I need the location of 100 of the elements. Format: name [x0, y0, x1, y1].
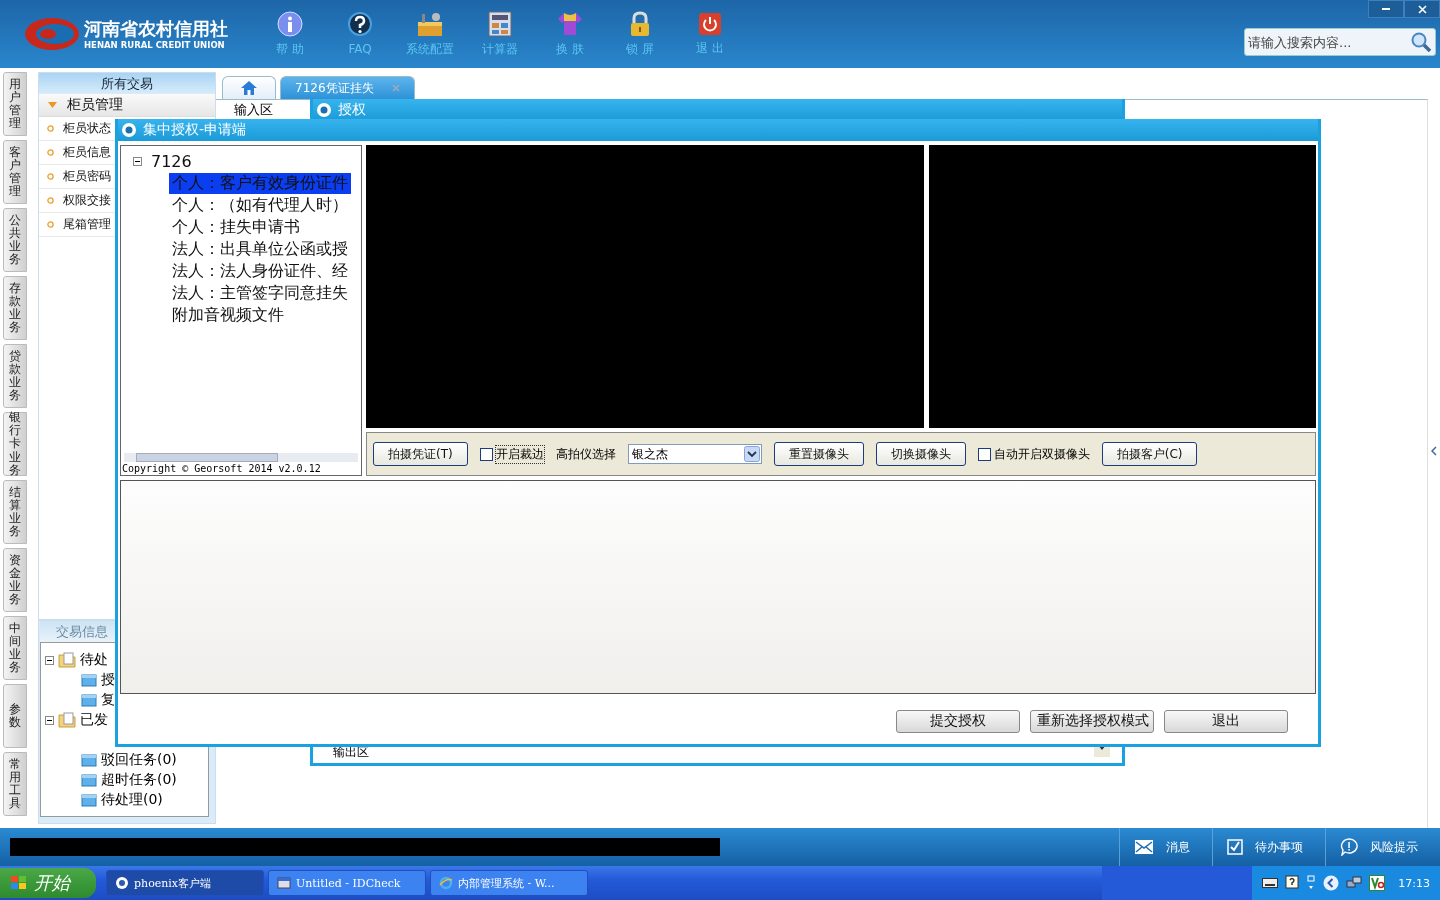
tree-item[interactable]: 法人：法人身份证件、经: [169, 260, 351, 282]
folder-icon: [58, 652, 76, 668]
side-tab[interactable]: 中间业务: [3, 616, 27, 680]
side-tab[interactable]: 资金业务: [3, 548, 27, 612]
dropdown-icon[interactable]: [743, 446, 760, 462]
camera-select[interactable]: 银之杰: [627, 444, 762, 464]
collapse-icon[interactable]: [45, 715, 54, 725]
menu-item[interactable]: 柜员信息: [63, 144, 111, 161]
checkbox-box[interactable]: [977, 447, 991, 461]
toolbar-button[interactable]: 拍摄凭证(T): [373, 442, 468, 466]
clock: 17:13: [1398, 876, 1430, 890]
logo-subtitle: HENAN RURAL CREDIT UNION: [84, 39, 226, 51]
side-tab[interactable]: 存款业务: [3, 276, 27, 340]
panel-title: 交易信息: [56, 622, 108, 641]
app-icon: [121, 122, 137, 138]
folder-icon: [81, 773, 97, 787]
keyboard-icon[interactable]: [1262, 878, 1279, 888]
close-button[interactable]: [1404, 0, 1440, 18]
vnc-icon[interactable]: [1369, 875, 1386, 891]
bullet-icon: [47, 173, 54, 180]
tree-item[interactable]: 待处理(0): [101, 791, 163, 809]
taskbar-button[interactable]: 内部管理系统 - W...: [430, 870, 588, 896]
restore-icon[interactable]: [1306, 875, 1317, 891]
lock-icon: [629, 10, 651, 37]
folder-icon: [81, 693, 97, 707]
dialog-button[interactable]: 提交授权: [896, 709, 1020, 733]
side-tab[interactable]: 用户管理: [3, 72, 27, 136]
group-label: 输出区: [333, 744, 369, 761]
taskbar-button[interactable]: Untitled - IDCheck: [268, 870, 426, 896]
taskbar-button[interactable]: phoenix客户端: [106, 870, 264, 896]
tree-item[interactable]: 个人：挂失申请书: [169, 216, 303, 238]
folder-icon: [81, 793, 97, 807]
envelope-icon: [1134, 839, 1154, 855]
group-label: 输入区: [234, 102, 273, 117]
tree-item[interactable]: 7126: [151, 151, 192, 171]
search-field[interactable]: 请输入搜索内容...: [1244, 28, 1436, 56]
home-icon: [240, 80, 258, 96]
side-tab[interactable]: 银行卡业务: [3, 412, 27, 476]
collapse-icon[interactable]: [133, 156, 142, 166]
side-tab[interactable]: 常用工具: [3, 752, 27, 816]
folder-icon: [81, 673, 97, 687]
bullet-icon: [47, 149, 54, 156]
menu-item[interactable]: 柜员状态: [63, 120, 111, 137]
side-tab[interactable]: 客户管理: [3, 140, 27, 204]
menu-item[interactable]: 柜员密码: [63, 168, 111, 185]
browser-icon: [439, 876, 453, 890]
side-tab[interactable]: 贷款业务: [3, 344, 27, 408]
start-button[interactable]: 开始: [0, 868, 96, 898]
checkbox-box[interactable]: [479, 447, 493, 461]
side-tab[interactable]: 结算业务: [3, 480, 27, 544]
speech-bubble-icon: [1340, 838, 1358, 856]
dialog-title: 集中授权-申请端: [143, 121, 247, 139]
checkbox[interactable]: 开启裁边: [479, 445, 544, 463]
chevron-icon[interactable]: [1323, 875, 1340, 891]
folder-icon: [58, 712, 76, 728]
info-icon: [277, 10, 303, 37]
tree-item[interactable]: 已发: [80, 711, 108, 729]
logo-icon: [24, 17, 80, 51]
toolbar-button[interactable]: 拍摄客户(C): [1101, 442, 1198, 466]
checkbox[interactable]: 自动开启双摄像头: [977, 445, 1090, 463]
bullet-icon: [47, 125, 54, 132]
app-icon: [115, 876, 129, 890]
menu-item[interactable]: 尾箱管理: [63, 216, 111, 233]
bullet-icon: [47, 197, 54, 204]
scrollbar[interactable]: [124, 453, 358, 462]
checkbox-icon: [1227, 839, 1243, 855]
power-icon: [698, 11, 722, 36]
collapse-icon[interactable]: [45, 655, 54, 665]
help-icon[interactable]: [1285, 875, 1300, 891]
panel-title: 所有交易: [101, 74, 153, 93]
minimize-icon: [1382, 8, 1390, 10]
side-tab[interactable]: 参数: [3, 684, 27, 748]
dialog-button[interactable]: 退出: [1164, 709, 1288, 733]
network-icon[interactable]: [1346, 875, 1363, 891]
tree-item[interactable]: 附加音视频文件: [169, 304, 287, 326]
tree-item[interactable]: 法人：主管签字同意挂失: [169, 282, 351, 304]
tree-item[interactable]: 驳回任务(0): [101, 751, 177, 769]
toolbar-button[interactable]: 重置摄像头: [773, 442, 864, 466]
menu-item[interactable]: 权限交接: [63, 192, 111, 209]
close-icon: [1417, 4, 1427, 14]
side-tab[interactable]: 公共业务: [3, 208, 27, 272]
window-title: 授权: [338, 101, 366, 119]
toolbox-icon: [416, 10, 444, 37]
tree-item[interactable]: 法人：出具单位公函或授: [169, 238, 351, 260]
logo-title: 河南省农村信用社: [84, 17, 228, 40]
tab[interactable]: [222, 76, 276, 99]
menu-group[interactable]: 柜员管理: [39, 94, 215, 117]
tree-item[interactable]: 复: [101, 691, 115, 709]
tree-item[interactable]: 授: [101, 671, 115, 689]
caret-icon: [48, 102, 57, 108]
tree-item[interactable]: 个人：（如有代理人时）: [169, 194, 351, 216]
folder-icon: [81, 753, 97, 767]
tree-item[interactable]: 超时任务(0): [101, 771, 177, 789]
dialog-button[interactable]: 重新选择授权模式: [1030, 709, 1154, 733]
tree-item[interactable]: 待处: [80, 651, 108, 669]
minimize-button[interactable]: [1368, 0, 1404, 18]
help-icon: [347, 12, 373, 38]
windows-logo-icon: [10, 875, 28, 891]
copyright-text: Copyright © Georsoft 2014 v2.0.12: [121, 462, 322, 475]
toolbar-button[interactable]: 切换摄像头: [875, 442, 966, 466]
